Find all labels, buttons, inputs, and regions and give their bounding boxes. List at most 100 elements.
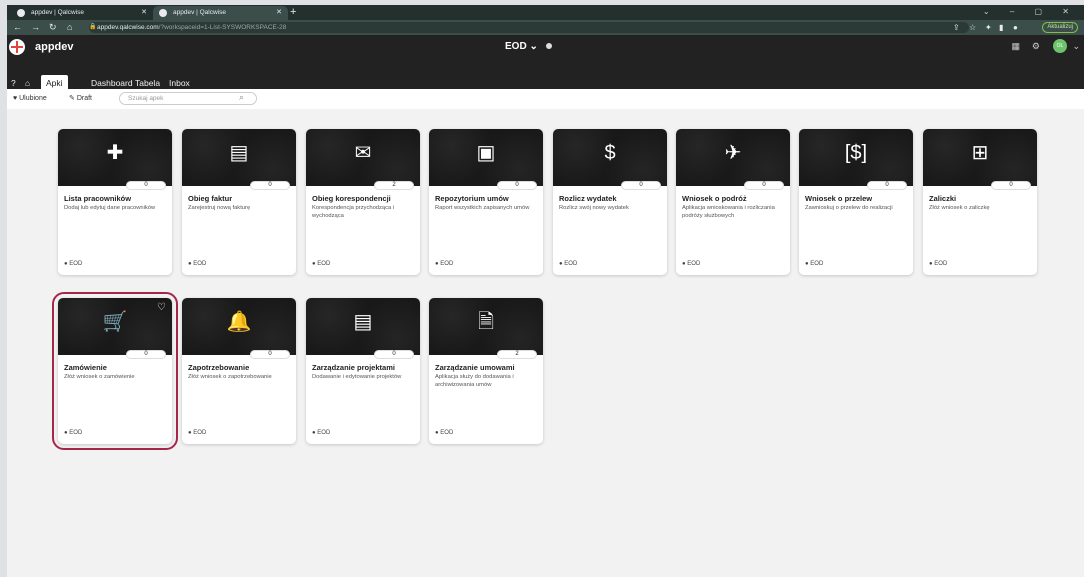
extensions-icon[interactable]: ✦ bbox=[985, 20, 992, 35]
info-icon[interactable] bbox=[546, 43, 552, 49]
card-description: Rozlicz swój nowy wydatek bbox=[559, 205, 629, 211]
card-hero: ▣ bbox=[429, 129, 543, 186]
workspace-selector[interactable]: EOD ⌄ bbox=[505, 41, 538, 52]
card-hero: ▤ bbox=[306, 298, 420, 355]
url-field[interactable]: 🔒 appdev.qalcwise.com/?workspaceid=1-Lis… bbox=[89, 22, 969, 33]
card-description: Złóż wniosek o zaliczkę bbox=[929, 205, 990, 211]
gear-icon[interactable]: ⚙ bbox=[1032, 41, 1040, 52]
card-description: Złóż wniosek o zapotrzebowanie bbox=[188, 374, 272, 380]
sidepanel-icon[interactable]: ▮ bbox=[999, 20, 1003, 35]
app-card-lista-pracownikow[interactable]: ✚ 0 Lista pracowników Dodaj lub edytuj d… bbox=[58, 129, 172, 275]
tag-label: EOD bbox=[69, 430, 83, 436]
card-tag: ● EOD bbox=[312, 261, 331, 267]
window-controls[interactable]: ⌄ – ▢ ✕ bbox=[983, 5, 1078, 19]
card-hero: ▤ bbox=[182, 129, 296, 186]
card-description: Dodawanie i edytowanie projektów bbox=[312, 374, 402, 380]
app-name: appdev bbox=[35, 41, 74, 53]
card-title: Rozlicz wydatek bbox=[559, 194, 617, 203]
search-icon[interactable]: ⌕ bbox=[239, 92, 244, 103]
chevron-down-icon[interactable]: ⌄ bbox=[1072, 41, 1080, 52]
app-card-wniosek-o-przelew[interactable]: [$] 0 Wniosek o przelew Zawnioskuj o prz… bbox=[799, 129, 913, 275]
card-tag: ● EOD bbox=[435, 261, 454, 267]
profile-icon[interactable]: ● bbox=[1013, 20, 1018, 35]
close-tab-icon[interactable]: ✕ bbox=[276, 6, 282, 20]
avatar[interactable]: OL bbox=[1053, 39, 1067, 53]
share-icon[interactable]: ⇪ bbox=[953, 20, 960, 35]
favicon-icon bbox=[159, 9, 167, 17]
count-badge: 0 bbox=[867, 181, 907, 190]
card-tag: ● EOD bbox=[805, 261, 824, 267]
card-tag: ● EOD bbox=[682, 261, 701, 267]
address-bar: ← → ↻ ⌂ 🔒 appdev.qalcwise.com/?workspace… bbox=[7, 20, 1084, 35]
favorites-filter[interactable]: ♥ Ulubione bbox=[13, 93, 47, 105]
app-card-zamowienie[interactable]: 🛒 ♡ 0 Zamówienie Złóż wniosek o zamówieni… bbox=[52, 292, 178, 450]
home-icon[interactable]: ⌂ bbox=[67, 20, 72, 35]
tab-title: appdev | Qalcwise bbox=[31, 9, 84, 16]
app-card-wniosek-o-podroz[interactable]: ✈ 0 Wniosek o podróż Aplikacja wnioskowa… bbox=[676, 129, 790, 275]
card-tag: ● EOD bbox=[435, 430, 454, 436]
count-badge: 0 bbox=[250, 350, 290, 359]
card-description: Dodaj lub edytuj dane pracowników bbox=[64, 205, 156, 211]
card-tag: ● EOD bbox=[64, 261, 83, 267]
money-icon: [$] bbox=[844, 142, 868, 164]
lock-icon: 🔒 bbox=[89, 24, 97, 30]
card-description: Korespondencja przychodząca i wychodząca bbox=[312, 205, 395, 219]
card-hero: 🛒 ♡ bbox=[58, 298, 172, 355]
bookmark-star-icon[interactable]: ☆ bbox=[969, 20, 976, 35]
draft-filter[interactable]: ✎ Draft bbox=[69, 93, 92, 105]
count-badge: 0 bbox=[991, 181, 1031, 190]
card-description: Zawnioskuj o przelew do realizacji bbox=[805, 205, 893, 211]
card-tag: ● EOD bbox=[188, 430, 207, 436]
add-user-icon: ✚ bbox=[106, 142, 124, 164]
card-title: Zapotrzebowanie bbox=[188, 363, 250, 372]
card-title: Zaliczki bbox=[929, 194, 957, 203]
tag-label: EOD bbox=[193, 261, 207, 267]
tag-label: EOD bbox=[317, 430, 331, 436]
app-card-zarzadzanie-projektami[interactable]: ▤ 0 Zarządzanie projektami Dodawanie i e… bbox=[306, 298, 420, 444]
app-card-zarzadzanie-umowami[interactable]: 🗎 2 Zarządzanie umowami Aplikacja służy … bbox=[429, 298, 543, 444]
card-hero: ✈ bbox=[676, 129, 790, 186]
card-title: Repozytorium umów bbox=[435, 194, 509, 203]
count-badge: 0 bbox=[374, 350, 414, 359]
dollar-icon: $ bbox=[604, 142, 616, 164]
app-card-obieg-faktur[interactable]: ▤ 0 Obieg faktur Zarejestruj nową faktur… bbox=[182, 129, 296, 275]
tag-label: EOD bbox=[440, 261, 454, 267]
app-card-obieg-korespondencji[interactable]: ✉ 2 Obieg korespondencji Korespondencja … bbox=[306, 129, 420, 275]
reload-icon[interactable]: ↻ bbox=[49, 20, 57, 35]
app-card-zapotrzebowanie[interactable]: 🔔 0 Zapotrzebowanie Złóż wniosek o zapot… bbox=[182, 298, 296, 444]
app-card-zaliczki[interactable]: ⊞ 0 Zaliczki Złóż wniosek o zaliczkę ● E… bbox=[923, 129, 1037, 275]
update-button[interactable]: Aktualizuj bbox=[1042, 22, 1078, 33]
card-description: Złóż wniosek o zamówienie bbox=[64, 374, 135, 380]
card-hero: 🔔 bbox=[182, 298, 296, 355]
card-hero: ✉ bbox=[306, 129, 420, 186]
heart-outline-icon[interactable]: ♡ bbox=[157, 302, 166, 313]
tag-label: EOD bbox=[440, 430, 454, 436]
back-icon[interactable]: ← bbox=[13, 20, 22, 35]
browser-tab-active[interactable]: appdev | Qalcwise ✕ bbox=[153, 6, 288, 20]
card-hero: $ bbox=[553, 129, 667, 186]
tag-label: EOD bbox=[564, 261, 578, 267]
favorites-label: Ulubione bbox=[19, 95, 47, 102]
card-title: Zarządzanie projektami bbox=[312, 363, 395, 372]
app-logo-icon[interactable] bbox=[9, 39, 25, 55]
close-tab-icon[interactable]: ✕ bbox=[141, 6, 147, 20]
grid-icon[interactable]: ▦ bbox=[1011, 41, 1020, 52]
tab-strip: appdev | Qalcwise ✕ appdev | Qalcwise ✕ … bbox=[7, 5, 1084, 20]
card-title: Zamówienie bbox=[64, 363, 107, 372]
card-description: Raport wszystkich zapisanych umów bbox=[435, 205, 530, 211]
card-tag: ● EOD bbox=[64, 430, 83, 436]
card-hero: 🗎 bbox=[429, 298, 543, 355]
browser-tab[interactable]: appdev | Qalcwise ✕ bbox=[11, 6, 153, 20]
count-badge: 0 bbox=[250, 181, 290, 190]
card-hero: [$] bbox=[799, 129, 913, 186]
card-title: Wniosek o przelew bbox=[805, 194, 873, 203]
card-title: Obieg korespondencji bbox=[312, 194, 391, 203]
tab-title: appdev | Qalcwise bbox=[173, 9, 226, 16]
new-tab-icon[interactable]: + bbox=[290, 6, 296, 18]
app-card-rozlicz-wydatek[interactable]: $ 0 Rozlicz wydatek Rozlicz swój nowy wy… bbox=[553, 129, 667, 275]
app-card-repozytorium-umow[interactable]: ▣ 0 Repozytorium umów Raport wszystkich … bbox=[429, 129, 543, 275]
count-badge: 0 bbox=[744, 181, 784, 190]
tag-label: EOD bbox=[934, 261, 948, 267]
forward-icon[interactable]: → bbox=[31, 20, 40, 35]
search-input[interactable]: Szukaj apek bbox=[119, 92, 257, 105]
